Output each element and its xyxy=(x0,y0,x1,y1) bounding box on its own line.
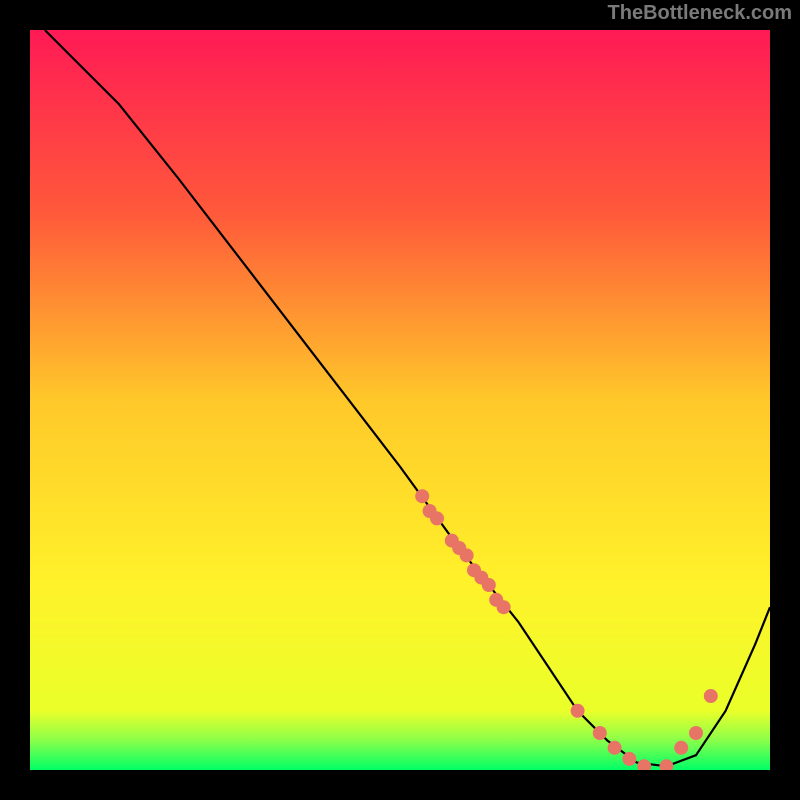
scatter-dot xyxy=(430,511,444,525)
chart-area xyxy=(30,30,770,770)
scatter-dot xyxy=(593,726,607,740)
watermark-text: TheBottleneck.com xyxy=(608,2,792,25)
scatter-dot xyxy=(497,600,511,614)
scatter-dot xyxy=(674,741,688,755)
scatter-dot xyxy=(608,741,622,755)
scatter-dot xyxy=(415,489,429,503)
scatter-dot xyxy=(460,548,474,562)
scatter-dot xyxy=(482,578,496,592)
chart-svg xyxy=(30,30,770,770)
scatter-dot xyxy=(689,726,703,740)
scatter-dot xyxy=(571,704,585,718)
scatter-dot xyxy=(622,752,636,766)
scatter-dot xyxy=(704,689,718,703)
chart-background xyxy=(30,30,770,770)
